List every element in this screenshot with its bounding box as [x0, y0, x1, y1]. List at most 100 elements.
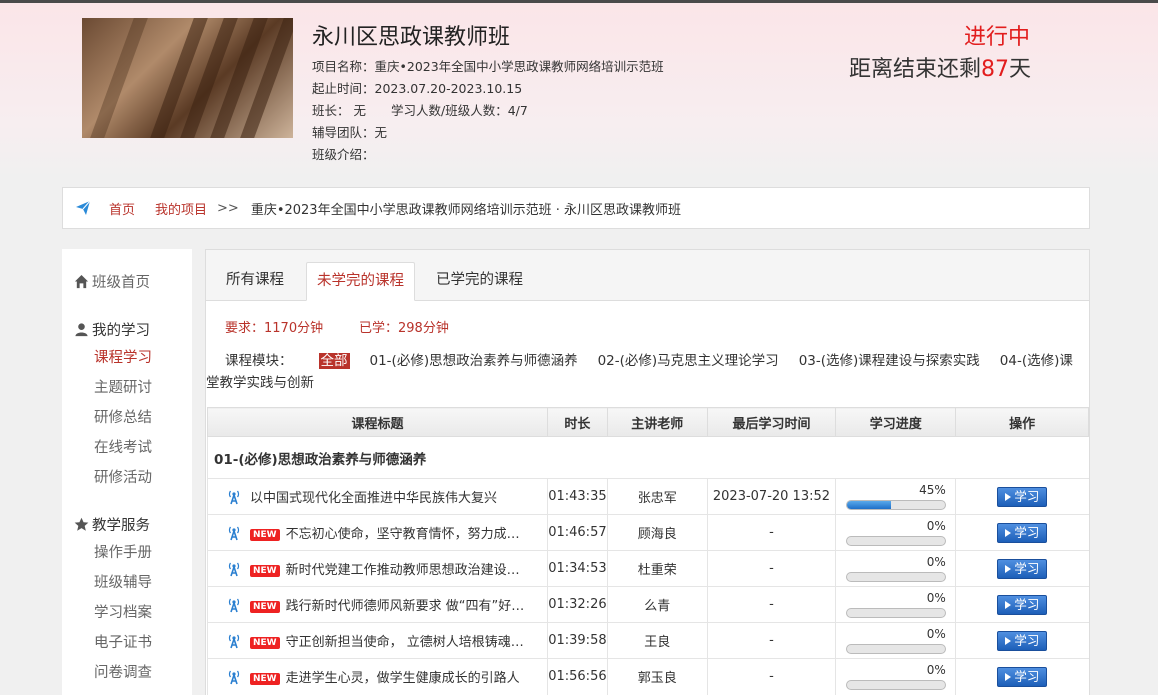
course-action-cell: 学习 — [955, 586, 1089, 623]
study-button[interactable]: 学习 — [997, 666, 1048, 687]
course-duration: 01:32:26 — [546, 586, 608, 623]
paper-plane-icon — [76, 200, 91, 215]
study-button-label: 学习 — [1014, 668, 1040, 684]
course-title[interactable]: 以中国式现代化全面推进中华民族伟大复兴 — [250, 491, 497, 506]
status-badge: 进行中 — [963, 25, 1030, 50]
breadcrumb-home-link[interactable]: 首页 — [109, 199, 135, 218]
course-action-cell: 学习 — [955, 550, 1089, 587]
column-header: 学习进度 — [835, 407, 957, 437]
table-group-row: 01-(必修)思想政治素养与师德涵养 — [207, 436, 1089, 479]
progress-percent: 45% — [919, 482, 946, 497]
study-button[interactable]: 学习 — [997, 522, 1048, 543]
class-banner-image — [82, 18, 293, 138]
course-teacher: 杜重荣 — [606, 550, 708, 587]
column-header: 主讲老师 — [606, 407, 708, 437]
course-last-study-time: - — [706, 622, 836, 659]
play-icon — [1005, 492, 1012, 501]
sidebar-my-learning: 我的学习 — [74, 319, 150, 340]
class-header: 永川区思政课教师班 项目名称：重庆•2023年全国中小学思政课教师网络培训示范班… — [0, 3, 1158, 178]
sidebar-item-learning-archive[interactable]: 学习档案 — [94, 601, 152, 622]
progress-bar: 0% — [845, 518, 946, 548]
table-row: 以中国式现代化全面推进中华民族伟大复兴 01:43:35 张忠军 2023-07… — [207, 478, 1089, 515]
module-filter-item[interactable]: 02-(必修)马克思主义理论学习 — [598, 353, 779, 369]
course-progress-cell: 0% — [835, 514, 956, 551]
course-title-cell[interactable]: NEW 新时代党建工作推动教师思想政治建设… — [207, 550, 548, 587]
table-row: NEW 不忘初心使命，坚守教育情怀，努力成… 01:46:57 顾海良 - 0% … — [207, 514, 1089, 551]
module-filter-all[interactable]: 全部 — [318, 353, 350, 369]
sidebar-class-home[interactable]: 班级首页 — [74, 271, 150, 292]
course-last-study-time: - — [706, 550, 836, 587]
course-progress-cell: 0% — [835, 658, 956, 695]
sidebar-item-summary[interactable]: 研修总结 — [94, 406, 152, 427]
table-row: NEW 守正创新担当使命， 立德树人培根铸魂… 01:39:58 王良 - 0% … — [207, 622, 1089, 659]
study-button[interactable]: 学习 — [997, 558, 1048, 579]
study-button-label: 学习 — [1014, 632, 1040, 648]
class-intro: 班级介绍： — [312, 147, 375, 162]
class-monitor: 班长： 无 — [312, 103, 366, 118]
study-button-label: 学习 — [1014, 524, 1040, 540]
broadcast-icon — [228, 562, 240, 577]
course-duration: 01:39:58 — [546, 622, 608, 659]
class-title: 永川区思政课教师班 — [312, 25, 511, 50]
course-title[interactable]: 走进学生心灵，做学生健康成长的引路人 — [286, 671, 520, 686]
progress-percent: 0% — [926, 590, 946, 605]
breadcrumb: 首页 我的项目 >> 重庆•2023年全国中小学思政课教师网络培训示范班 · 永… — [62, 187, 1090, 229]
tab-finished-courses[interactable]: 已学完的课程 — [426, 262, 533, 301]
home-icon — [74, 274, 89, 289]
course-title-cell[interactable]: NEW 不忘初心使命，坚守教育情怀，努力成… — [207, 514, 548, 551]
study-button[interactable]: 学习 — [997, 594, 1048, 615]
module-filter-item[interactable]: 03-(选修)课程建设与探索实践 — [799, 353, 980, 369]
sidebar-item-certificate[interactable]: 电子证书 — [94, 631, 152, 652]
course-title[interactable]: 践行新时代师德师风新要求 做“四有”好… — [286, 599, 525, 614]
course-progress-cell: 45% — [835, 478, 956, 515]
play-icon — [1005, 672, 1012, 681]
course-tabs: 所有课程 未学完的课程 已学完的课程 — [206, 250, 1089, 301]
star-icon — [74, 517, 89, 531]
course-last-study-time: - — [706, 658, 836, 695]
course-title-cell[interactable]: NEW 守正创新担当使命， 立德树人培根铸魂… — [207, 622, 548, 659]
new-badge: NEW — [250, 529, 280, 541]
study-button-label: 学习 — [1014, 560, 1040, 576]
user-icon — [75, 323, 88, 337]
module-filter-item[interactable]: 01-(必修)思想政治素养与师德涵养 — [370, 353, 578, 369]
course-title[interactable]: 新时代党建工作推动教师思想政治建设… — [286, 563, 520, 578]
course-duration: 01:46:57 — [546, 514, 608, 551]
course-panel: 所有课程 未学完的课程 已学完的课程 要求：1170分钟 已学：298分钟 课程… — [205, 249, 1090, 695]
course-title[interactable]: 不忘初心使命，坚守教育情怀，努力成… — [286, 527, 520, 542]
course-teacher: 么青 — [606, 586, 708, 623]
progress-fill — [846, 500, 891, 509]
tab-unfinished-courses[interactable]: 未学完的课程 — [306, 262, 415, 301]
breadcrumb-my-projects-link[interactable]: 我的项目 — [155, 199, 207, 218]
table-row: NEW 践行新时代师德师风新要求 做“四有”好… 01:32:26 么青 - 0%… — [207, 586, 1089, 623]
course-duration: 01:34:53 — [546, 550, 608, 587]
column-header: 操作 — [955, 407, 1089, 437]
course-title-cell[interactable]: NEW 走进学生心灵，做学生健康成长的引路人 — [207, 658, 548, 695]
progress-percent: 0% — [926, 662, 946, 677]
table-header-row: 课程标题 时长 主讲老师 最后学习时间 学习进度 操作 — [207, 407, 1089, 437]
play-icon — [1005, 600, 1012, 609]
column-header: 课程标题 — [207, 407, 548, 437]
sidebar-item-class-tutoring[interactable]: 班级辅导 — [94, 571, 152, 592]
broadcast-icon — [228, 598, 240, 613]
study-button[interactable]: 学习 — [997, 486, 1048, 507]
course-progress-cell: 0% — [835, 622, 956, 659]
sidebar-item-manual[interactable]: 操作手册 — [94, 541, 152, 562]
course-title-cell[interactable]: NEW 践行新时代师德师风新要求 做“四有”好… — [207, 586, 548, 623]
broadcast-icon — [228, 490, 240, 505]
course-teacher: 张忠军 — [606, 478, 708, 515]
sidebar-item-survey[interactable]: 问卷调查 — [94, 661, 152, 682]
sidebar-item-online-exam[interactable]: 在线考试 — [94, 436, 152, 457]
progress-percent: 0% — [926, 518, 946, 533]
sidebar-item-topic-discussion[interactable]: 主题研讨 — [94, 376, 152, 397]
progress-percent: 0% — [926, 554, 946, 569]
sidebar-item-activities[interactable]: 研修活动 — [94, 466, 152, 487]
study-button[interactable]: 学习 — [997, 630, 1048, 651]
course-last-study-time: - — [706, 586, 836, 623]
sidebar-item-course-learning[interactable]: 课程学习 — [94, 346, 152, 367]
course-title-cell[interactable]: 以中国式现代化全面推进中华民族伟大复兴 — [207, 478, 548, 515]
module-filter-label: 课程模块： — [225, 353, 293, 369]
tab-all-courses[interactable]: 所有课程 — [216, 262, 294, 301]
course-title[interactable]: 守正创新担当使命， 立德树人培根铸魂… — [286, 635, 524, 650]
study-button-label: 学习 — [1014, 596, 1040, 612]
course-action-cell: 学习 — [955, 622, 1089, 659]
